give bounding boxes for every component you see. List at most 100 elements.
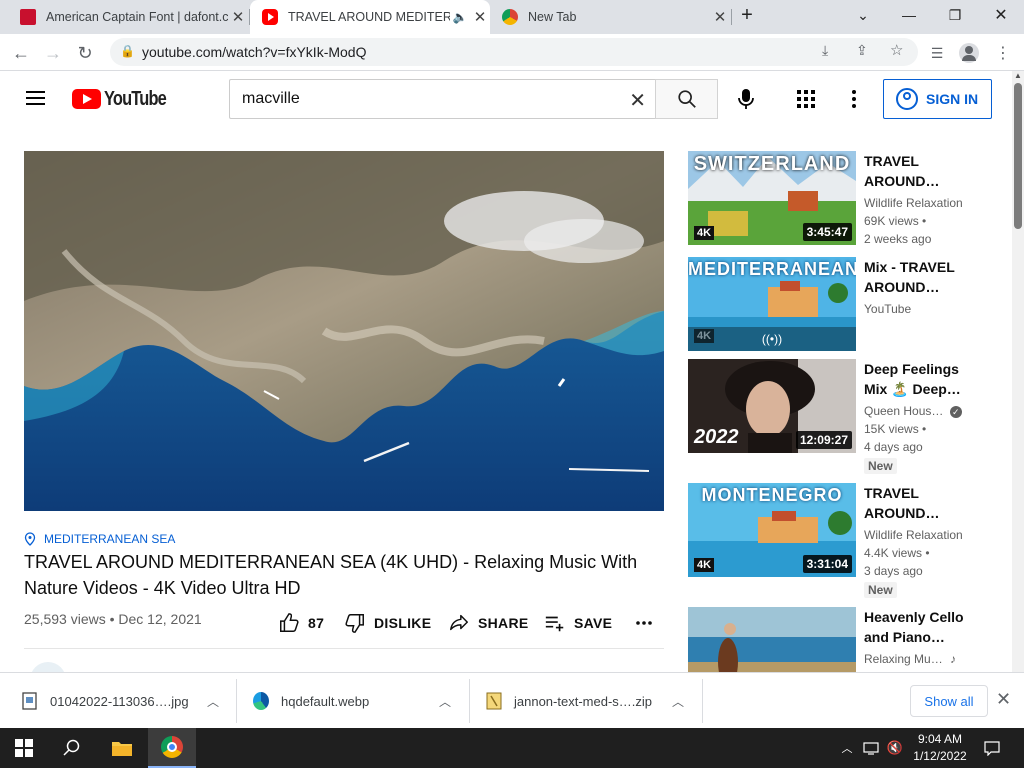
restore-icon[interactable]: ❐ bbox=[932, 0, 978, 30]
start-button[interactable] bbox=[0, 728, 48, 768]
save-button[interactable]: SAVE bbox=[544, 612, 612, 634]
channel-name[interactable]: Wildlife Relaxation bbox=[864, 196, 963, 210]
tab-search-icon[interactable]: ⌄ bbox=[840, 0, 886, 30]
location-hashtag[interactable]: MEDITERRANEAN SEA bbox=[24, 532, 175, 546]
video-thumbnail[interactable]: MONTENEGRO 4K 3:31:04 bbox=[688, 483, 856, 577]
video-player[interactable] bbox=[24, 151, 664, 511]
close-tab-icon[interactable]: ✕ bbox=[470, 8, 490, 26]
voice-search-button[interactable] bbox=[732, 85, 760, 113]
upload-age: 3 days ago bbox=[864, 564, 923, 578]
browser-tab-dafont[interactable]: American Captain Font | dafont.c ✕ bbox=[8, 0, 248, 34]
new-tab-icon[interactable]: + bbox=[724, 0, 770, 30]
apps-grid-icon[interactable] bbox=[796, 89, 816, 109]
search-box[interactable]: ✕ bbox=[229, 79, 656, 119]
download-item[interactable]: hqdefault.webp ︿ bbox=[253, 673, 463, 729]
scroll-up-icon[interactable]: ▲ bbox=[1014, 71, 1022, 80]
settings-more-icon[interactable] bbox=[846, 87, 862, 111]
download-item[interactable]: jannon-text-med-s….zip ︿ bbox=[486, 673, 696, 729]
share-button[interactable]: SHARE bbox=[448, 612, 529, 634]
youtube-play-logo-icon bbox=[72, 89, 101, 109]
channel-name-text: Relaxing Mu… bbox=[864, 652, 943, 666]
install-icon[interactable]: ⤓ bbox=[822, 42, 828, 59]
reload-icon[interactable]: ↻ bbox=[72, 40, 98, 66]
video-thumbnail[interactable]: 2022 12:09:27 bbox=[688, 359, 856, 453]
channel-name[interactable]: YouTube bbox=[864, 302, 911, 316]
like-button[interactable]: 87 bbox=[278, 612, 324, 634]
bookmark-star-icon[interactable]: ☆ bbox=[890, 41, 903, 59]
clear-search-icon[interactable]: ✕ bbox=[629, 88, 646, 113]
address-bar[interactable]: 🔒 youtube.com/watch?v=fxYkIk-ModQ ⤓ ⇪ ☆ bbox=[110, 38, 918, 66]
url-text[interactable]: youtube.com/watch?v=fxYkIk-ModQ bbox=[142, 44, 367, 60]
chevron-up-icon[interactable]: ︿ bbox=[672, 693, 684, 710]
browser-tab-youtube[interactable]: TRAVEL AROUND MEDITERR 🔈 ✕ bbox=[250, 0, 490, 34]
thumbnail-overlay-text: MEDITERRANEAN bbox=[688, 259, 856, 279]
recommended-video[interactable]: Heavenly Cello and Piano… Relaxing Mu… ♪ bbox=[688, 607, 978, 672]
media-queue-icon[interactable]: ☰ bbox=[924, 40, 950, 66]
lock-icon[interactable]: 🔒 bbox=[120, 44, 135, 58]
profile-icon[interactable] bbox=[956, 40, 982, 66]
channel-name[interactable]: Relaxing Mu… ♪ bbox=[864, 652, 956, 666]
chevron-up-icon[interactable]: ︿ bbox=[207, 693, 219, 710]
recommended-video[interactable]: SWITZERLAND 4K 3:45:47 TRAVEL AROUND… Wi… bbox=[688, 151, 978, 247]
windows-taskbar: ︿ 🔇 9:04 AM 1/12/2022 bbox=[0, 728, 1024, 768]
video-thumbnail[interactable] bbox=[688, 607, 856, 672]
browser-tab-strip: American Captain Font | dafont.c ✕ TRAVE… bbox=[0, 0, 1024, 34]
sign-in-button[interactable]: SIGN IN bbox=[883, 79, 992, 119]
recommended-video[interactable]: MONTENEGRO 4K 3:31:04 TRAVEL AROUND… Wil… bbox=[688, 483, 978, 599]
browser-tab-newtab[interactable]: New Tab ✕ bbox=[490, 0, 730, 34]
chrome-menu-icon[interactable]: ⋮ bbox=[990, 40, 1016, 66]
show-all-downloads-button[interactable]: Show all bbox=[910, 685, 988, 717]
dafont-favicon-icon bbox=[20, 9, 36, 25]
search-button[interactable] bbox=[655, 79, 718, 119]
taskbar-search-button[interactable] bbox=[48, 728, 96, 768]
hashtag-label: MEDITERRANEAN SEA bbox=[44, 532, 176, 546]
thumbs-down-icon bbox=[345, 614, 364, 633]
download-item[interactable]: 01042022-113036….jpg ︿ bbox=[22, 673, 232, 729]
video-title[interactable]: Deep Feelings Mix 🏝️ Deep… bbox=[864, 359, 974, 399]
video-thumbnail[interactable]: MEDITERRANEAN 4K ((•)) bbox=[688, 257, 856, 351]
video-views-date: 25,593 views • Dec 12, 2021 bbox=[24, 611, 202, 627]
speaker-icon[interactable]: 🔈 bbox=[450, 10, 470, 24]
forward-icon[interactable]: → bbox=[40, 40, 66, 66]
video-thumbnail[interactable]: SWITZERLAND 4K 3:45:47 bbox=[688, 151, 856, 245]
minimize-icon[interactable]: — bbox=[886, 0, 932, 30]
back-icon[interactable]: ← bbox=[8, 40, 34, 66]
close-window-icon[interactable]: ✕ bbox=[978, 0, 1024, 30]
location-pin-icon bbox=[24, 532, 36, 546]
scrollbar-thumb[interactable] bbox=[1014, 83, 1022, 229]
more-actions-icon[interactable] bbox=[634, 612, 662, 634]
youtube-logo[interactable]: YouTube bbox=[72, 88, 180, 110]
hamburger-menu-icon[interactable] bbox=[26, 91, 45, 105]
recommended-mix[interactable]: MEDITERRANEAN 4K ((•)) Mix - TRAVEL AROU… bbox=[688, 257, 978, 351]
video-title[interactable]: Mix - TRAVEL AROUND… bbox=[864, 257, 974, 297]
page-scrollbar[interactable]: ▲ bbox=[1012, 71, 1024, 672]
dislike-button[interactable]: DISLIKE bbox=[344, 612, 431, 634]
chrome-taskbar-button[interactable] bbox=[148, 728, 196, 768]
sign-in-label: SIGN IN bbox=[926, 91, 979, 107]
tray-chevron-up-icon[interactable]: ︿ bbox=[838, 728, 856, 768]
video-title[interactable]: TRAVEL AROUND… bbox=[864, 151, 974, 191]
close-download-shelf-icon[interactable]: ✕ bbox=[996, 689, 1011, 710]
recommended-video[interactable]: 2022 12:09:27 Deep Feelings Mix 🏝️ Deep…… bbox=[688, 359, 978, 475]
file-explorer-button[interactable] bbox=[98, 728, 146, 768]
thumbnail-overlay-text: MONTENEGRO bbox=[701, 485, 843, 505]
chevron-up-icon[interactable]: ︿ bbox=[439, 693, 451, 710]
volume-muted-icon[interactable]: 🔇 bbox=[884, 728, 906, 768]
channel-name[interactable]: Wildlife Relaxation bbox=[864, 528, 963, 542]
divider bbox=[469, 679, 470, 723]
share-arrow-icon bbox=[450, 614, 468, 631]
search-input[interactable] bbox=[230, 80, 610, 118]
download-filename: jannon-text-med-s….zip bbox=[514, 693, 652, 709]
upload-age: 4 days ago bbox=[864, 440, 923, 454]
video-title[interactable]: Heavenly Cello and Piano… bbox=[864, 607, 974, 647]
share-icon[interactable]: ⇪ bbox=[856, 42, 868, 59]
microphone-icon bbox=[738, 89, 754, 109]
system-clock[interactable]: 9:04 AM 1/12/2022 bbox=[910, 731, 970, 765]
notification-icon[interactable] bbox=[980, 728, 1004, 768]
close-tab-icon[interactable]: ✕ bbox=[228, 8, 248, 26]
browser-toolbar: ← → ↻ 🔒 youtube.com/watch?v=fxYkIk-ModQ … bbox=[0, 34, 1024, 71]
download-filename: hqdefault.webp bbox=[281, 693, 370, 709]
channel-name[interactable]: Queen Hous… ✓ bbox=[864, 404, 962, 418]
video-title[interactable]: TRAVEL AROUND… bbox=[864, 483, 974, 523]
network-icon[interactable] bbox=[860, 728, 882, 768]
